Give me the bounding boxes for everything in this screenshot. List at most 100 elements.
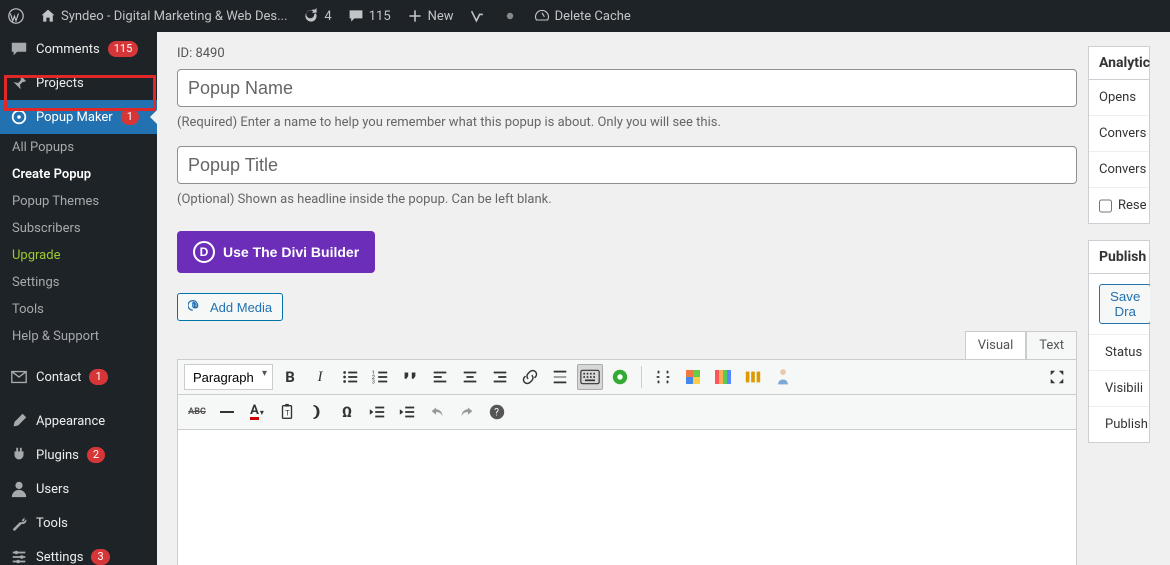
italic-button[interactable]: I	[307, 364, 333, 390]
sidebar-item-tools[interactable]: Tools	[0, 506, 157, 540]
toolbar-divider	[641, 366, 642, 388]
analytics-conversions: Convers	[1089, 116, 1149, 152]
columns-button[interactable]	[740, 364, 766, 390]
sidebar-item-users[interactable]: Users	[0, 472, 157, 506]
pin-icon	[10, 74, 28, 92]
popup-title-help: (Optional) Shown as headline inside the …	[177, 192, 1068, 207]
sidebar-item-settings[interactable]: Settings 3	[0, 540, 157, 565]
special-char-button[interactable]: Ω	[334, 399, 360, 425]
publish-save-row: Save Dra	[1089, 274, 1149, 335]
help-button[interactable]: ?	[484, 399, 510, 425]
text-color-button[interactable]: A▾	[244, 399, 270, 425]
sidebar-comments-label: Comments	[36, 42, 100, 57]
blockquote-button[interactable]	[397, 364, 423, 390]
wp-logo[interactable]	[8, 8, 24, 24]
svg-text:T: T	[285, 409, 290, 418]
editor-toolbar-row1: Paragraph B I 123	[177, 359, 1077, 395]
comment-icon	[348, 8, 364, 24]
add-media-button[interactable]: Add Media	[177, 293, 283, 321]
analytics-opens: Opens	[1089, 80, 1149, 116]
align-right-button[interactable]	[487, 364, 513, 390]
sidebar-item-projects[interactable]: Projects	[0, 66, 157, 100]
align-left-button[interactable]	[427, 364, 453, 390]
publish-status-row[interactable]: Status	[1089, 335, 1149, 371]
popup-name-input[interactable]	[177, 69, 1077, 107]
sidebar-projects-label: Projects	[36, 76, 84, 91]
sidebar-tools-label: Tools	[36, 516, 68, 531]
updates-count: 4	[324, 9, 331, 24]
mail-icon	[10, 368, 28, 386]
hr-button[interactable]	[214, 399, 240, 425]
undo-button[interactable]	[424, 399, 450, 425]
home-icon	[40, 8, 56, 24]
site-link[interactable]: Syndeo - Digital Marketing & Web Des...	[40, 8, 287, 24]
sidebar-sub-popup-themes[interactable]: Popup Themes	[0, 188, 157, 215]
editor-content[interactable]	[177, 430, 1077, 565]
refresh-icon	[303, 8, 319, 24]
sidebar-sub-tools[interactable]: Tools	[0, 296, 157, 323]
updates-link[interactable]: 4	[303, 8, 331, 24]
delete-cache-link[interactable]: Delete Cache	[534, 8, 631, 24]
outdent-button[interactable]	[364, 399, 390, 425]
comment-icon	[10, 40, 28, 58]
clear-format-button[interactable]	[304, 399, 330, 425]
bullet-list-button[interactable]	[337, 364, 363, 390]
sidebar-sub-help[interactable]: Help & Support	[0, 323, 157, 350]
read-more-button[interactable]	[547, 364, 573, 390]
format-select[interactable]: Paragraph	[184, 364, 273, 390]
new-link[interactable]: New	[407, 8, 454, 24]
dot-indicator[interactable]	[502, 8, 518, 24]
numbered-list-button[interactable]: 123	[367, 364, 393, 390]
color-strip-button[interactable]	[710, 364, 736, 390]
divi-builder-button[interactable]: D Use The Divi Builder	[177, 231, 375, 273]
person-button[interactable]	[770, 364, 796, 390]
post-id: ID: 8490	[177, 46, 1068, 61]
popup-title-input[interactable]	[177, 146, 1077, 184]
sidebar-popup-maker-badge: 1	[121, 109, 139, 125]
strikethrough-button[interactable]: ABC	[184, 399, 210, 425]
indent-button[interactable]	[394, 399, 420, 425]
brush-icon	[10, 412, 28, 430]
sidebar-item-appearance[interactable]: Appearance	[0, 404, 157, 438]
sidebar-item-popup-maker[interactable]: Popup Maker 1	[0, 100, 157, 134]
align-center-button[interactable]	[457, 364, 483, 390]
sidebar-sub-settings[interactable]: Settings	[0, 269, 157, 296]
save-draft-button[interactable]: Save Dra	[1099, 284, 1150, 324]
sidebar-comments-badge: 115	[108, 41, 139, 57]
paste-text-button[interactable]: T	[274, 399, 300, 425]
reset-checkbox[interactable]	[1099, 199, 1112, 213]
multi-color-button[interactable]	[680, 364, 706, 390]
comments-link[interactable]: 115	[348, 8, 391, 24]
wp-misc-button[interactable]	[607, 364, 633, 390]
publish-visibility-row[interactable]: Visibili	[1089, 371, 1149, 407]
analytics-header: Analytics	[1089, 47, 1149, 80]
vi-icon-link[interactable]	[470, 8, 486, 24]
sidebar-sub-subscribers[interactable]: Subscribers	[0, 215, 157, 242]
wrench-icon	[10, 514, 28, 532]
sidebar-sub-create-popup[interactable]: Create Popup	[0, 161, 157, 188]
sidebar-contact-label: Contact	[36, 370, 81, 385]
sidebar-item-contact[interactable]: Contact 1	[0, 360, 157, 394]
publish-date-row[interactable]: Publish	[1089, 407, 1149, 442]
popup-icon	[10, 108, 28, 126]
sidebar-item-comments[interactable]: Comments 115	[0, 32, 157, 66]
user-icon	[10, 480, 28, 498]
analytics-reset[interactable]: Rese	[1089, 188, 1149, 223]
sidebar-sub-all-popups[interactable]: All Popups	[0, 134, 157, 161]
new-label: New	[428, 9, 454, 24]
sidebar-sub-upgrade[interactable]: Upgrade	[0, 242, 157, 269]
bold-button[interactable]: B	[277, 364, 303, 390]
redo-button[interactable]	[454, 399, 480, 425]
main-content: ID: 8490 (Required) Enter a name to help…	[157, 32, 1170, 565]
publish-box: Publish Save Dra Status Visibili Publish	[1088, 240, 1150, 443]
tab-visual[interactable]: Visual	[965, 331, 1027, 359]
sidebar-item-plugins[interactable]: Plugins 2	[0, 438, 157, 472]
sliders-icon	[10, 548, 28, 565]
vi-icon	[470, 8, 486, 24]
editor-toolbar-row2: ABC A▾ T Ω ?	[177, 395, 1077, 430]
link-button[interactable]	[517, 364, 543, 390]
tab-text[interactable]: Text	[1026, 331, 1077, 359]
fullscreen-button[interactable]	[1044, 364, 1070, 390]
insert-shortcode-button[interactable]	[650, 364, 676, 390]
toolbar-toggle-button[interactable]	[577, 364, 603, 390]
